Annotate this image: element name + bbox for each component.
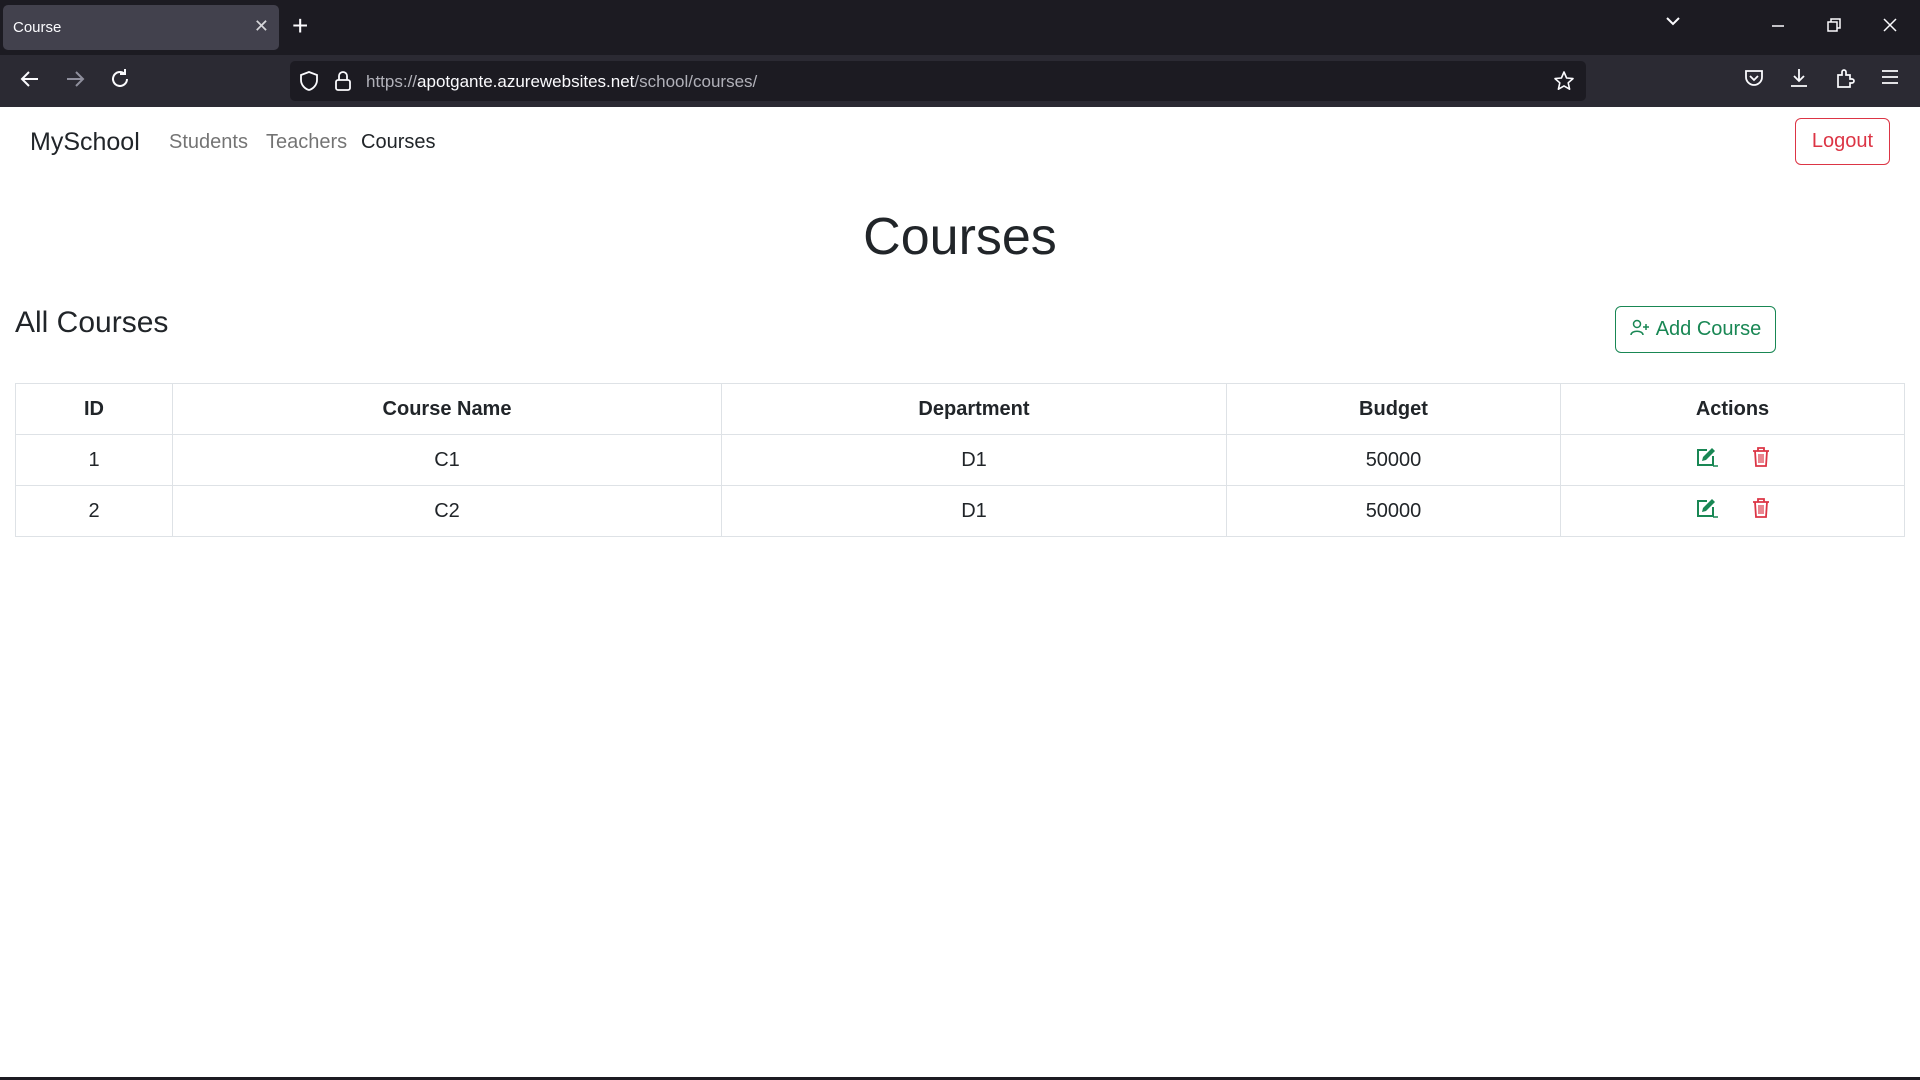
minimize-icon[interactable] <box>1770 10 1786 35</box>
cell-department: D1 <box>721 434 1227 486</box>
downloads-icon[interactable] <box>1788 67 1810 94</box>
browser-tab-bar: Course ✕ + <box>0 0 1920 55</box>
nav-link-teachers[interactable]: Teachers <box>266 131 347 154</box>
courses-table: ID Course Name Department Budget Actions… <box>15 383 1905 537</box>
close-window-icon[interactable] <box>1882 17 1898 38</box>
browser-toolbar: https://apotgante.azurewebsites.net/scho… <box>0 55 1920 107</box>
table-row: 2 C2 D1 50000 <box>15 485 1905 537</box>
url-scheme: https:// <box>366 72 418 91</box>
pocket-icon[interactable] <box>1743 67 1765 94</box>
shield-icon[interactable] <box>298 70 320 97</box>
menu-hamburger-icon[interactable] <box>1880 67 1900 92</box>
address-bar[interactable]: https://apotgante.azurewebsites.net/scho… <box>290 61 1586 101</box>
forward-arrow-icon[interactable] <box>63 67 87 97</box>
column-header-actions: Actions <box>1560 383 1905 435</box>
cell-course-name: C2 <box>172 485 722 537</box>
edit-icon[interactable] <box>1694 446 1718 474</box>
section-title: All Courses <box>15 306 169 339</box>
cell-course-name: C1 <box>172 434 722 486</box>
cell-department: D1 <box>721 485 1227 537</box>
restore-icon[interactable] <box>1826 17 1842 38</box>
cell-id: 1 <box>15 434 173 486</box>
logout-button[interactable]: Logout <box>1795 118 1890 165</box>
back-arrow-icon[interactable] <box>18 67 42 97</box>
page-content: MySchool Students Teachers Courses Logou… <box>0 107 1920 1080</box>
brand-logo[interactable]: MySchool <box>30 128 140 157</box>
extensions-icon[interactable] <box>1834 67 1856 94</box>
column-header-course-name: Course Name <box>172 383 722 435</box>
nav-link-courses[interactable]: Courses <box>361 131 435 154</box>
cell-id: 2 <box>15 485 173 537</box>
column-header-budget: Budget <box>1226 383 1561 435</box>
column-header-department: Department <box>721 383 1227 435</box>
tab-title: Course <box>13 19 62 36</box>
person-plus-icon <box>1629 318 1650 342</box>
table-header-row: ID Course Name Department Budget Actions <box>15 383 1905 435</box>
delete-trash-icon[interactable] <box>1751 446 1771 474</box>
lock-icon[interactable] <box>333 70 353 97</box>
cell-budget: 50000 <box>1226 434 1561 486</box>
new-tab-button[interactable]: + <box>292 10 308 42</box>
cell-actions <box>1560 434 1905 486</box>
edit-icon[interactable] <box>1694 497 1718 525</box>
page-title: Courses <box>863 208 1057 266</box>
column-header-id: ID <box>15 383 173 435</box>
add-course-label: Add Course <box>1655 318 1762 340</box>
table-row: 1 C1 D1 50000 <box>15 434 1905 486</box>
reload-icon[interactable] <box>108 67 132 97</box>
nav-link-students[interactable]: Students <box>169 131 248 154</box>
delete-trash-icon[interactable] <box>1751 497 1771 525</box>
list-all-tabs-icon[interactable] <box>1664 12 1682 35</box>
add-course-button[interactable]: Add Course <box>1615 306 1776 353</box>
bookmark-star-icon[interactable] <box>1553 70 1575 97</box>
browser-tab[interactable]: Course ✕ <box>3 5 279 50</box>
url-path: /school/courses/ <box>634 72 758 91</box>
url-text[interactable]: https://apotgante.azurewebsites.net/scho… <box>366 72 757 92</box>
url-domain: apotgante.azurewebsites.net <box>417 72 635 91</box>
tab-close-icon[interactable]: ✕ <box>254 16 269 37</box>
cell-actions <box>1560 485 1905 537</box>
cell-budget: 50000 <box>1226 485 1561 537</box>
